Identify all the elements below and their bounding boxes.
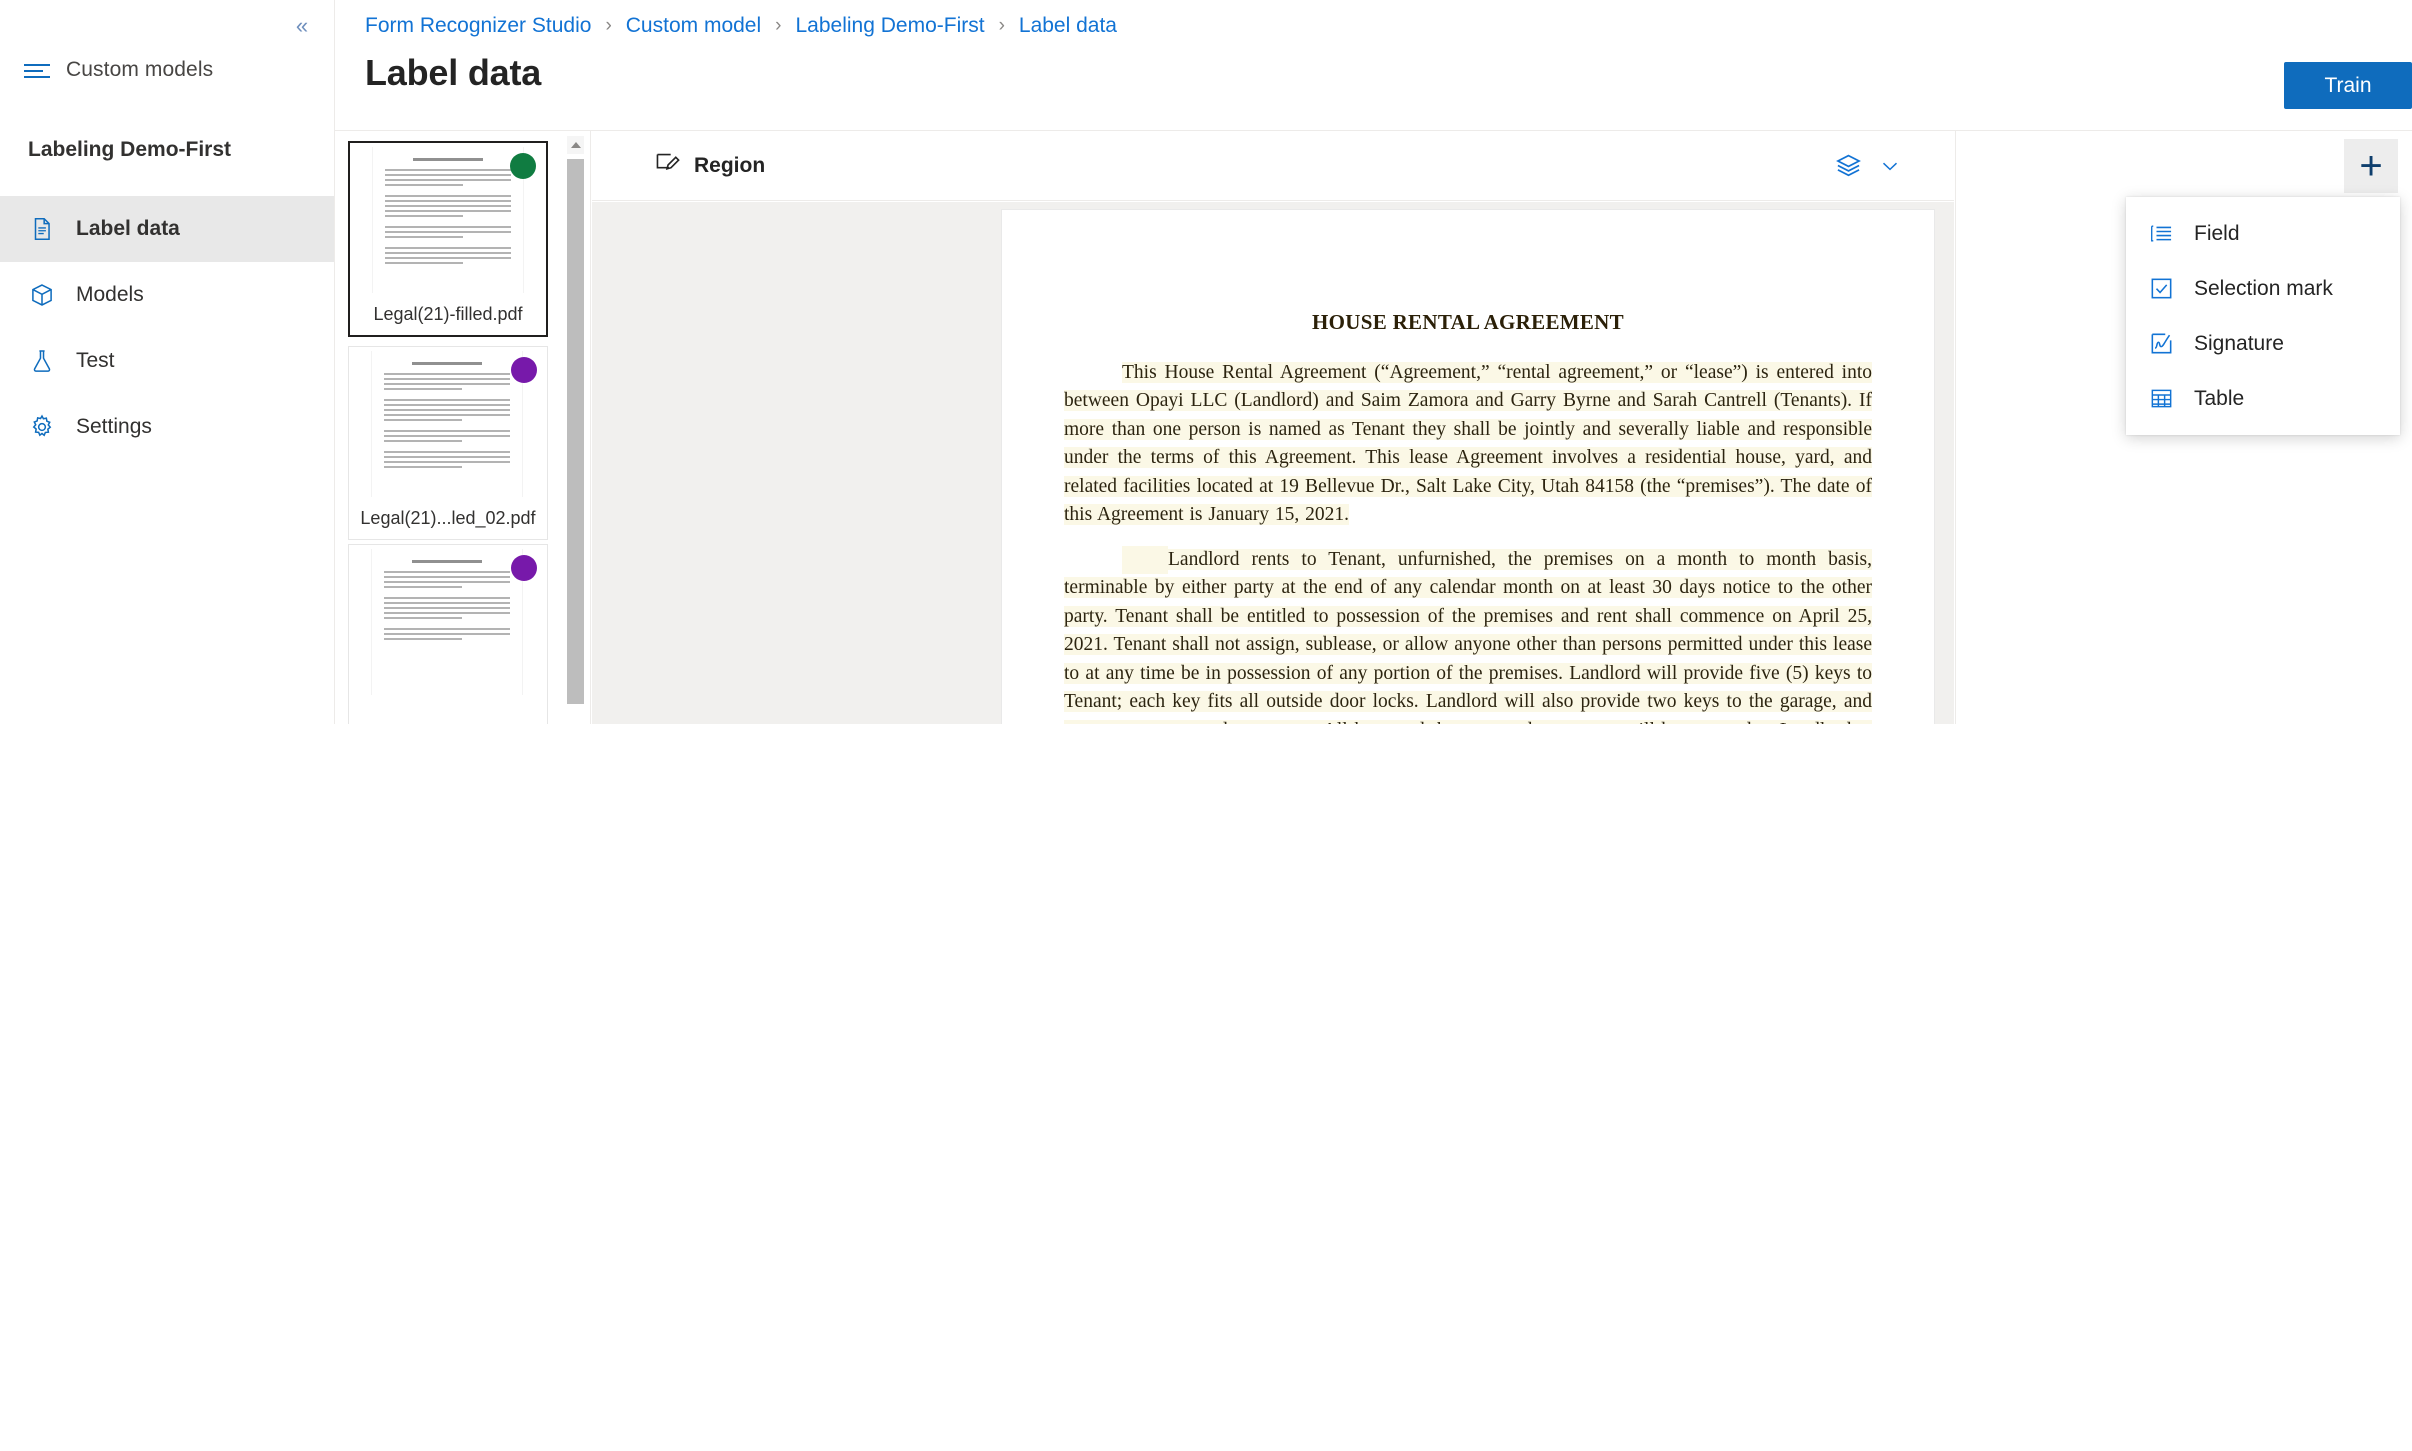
cube-icon: [28, 281, 56, 309]
menu-icon: [24, 62, 50, 78]
sidebar-item-label-data[interactable]: Label data: [0, 196, 334, 262]
document-paragraph-2: 1.Landlord rents to Tenant, unfurnished,…: [1064, 545, 1872, 724]
thumbnail-filename: Legal(21)...led_02.pdf: [349, 497, 547, 539]
app-root: « Custom models Labeling Demo-First Labe…: [0, 0, 2412, 1451]
menu-item-field[interactable]: Field: [2126, 206, 2400, 261]
chevron-down-icon[interactable]: [1878, 154, 1902, 178]
breadcrumb-separator-icon: ›: [775, 15, 782, 36]
sidebar-section-custom-models[interactable]: Custom models: [0, 48, 334, 92]
menu-item-table[interactable]: Table: [2126, 371, 2400, 426]
list-item[interactable]: [348, 544, 548, 724]
document-clause-number: 1.: [1122, 545, 1195, 575]
region-tool-label: Region: [694, 153, 766, 177]
viewer-toolbar: Region: [592, 131, 1954, 201]
document-viewer: Region HOUSE RENTAL AGREEMENT This House…: [592, 131, 1954, 724]
breadcrumb-item-label-data[interactable]: Label data: [1019, 14, 1117, 38]
list-item[interactable]: Legal(21)-filled.pdf: [348, 141, 548, 337]
menu-item-signature[interactable]: Signature: [2126, 316, 2400, 371]
sidebar: « Custom models Labeling Demo-First Labe…: [0, 0, 335, 724]
sidebar-project-name: Labeling Demo-First: [28, 138, 232, 161]
status-badge: [511, 357, 537, 383]
viewer-toolbar-right: [1835, 152, 1930, 179]
field-list-icon: [2148, 221, 2174, 247]
scrollbar-thumb[interactable]: [567, 159, 584, 704]
header: Form Recognizer Studio › Custom model › …: [335, 0, 2412, 131]
breadcrumb-separator-icon: ›: [605, 15, 612, 36]
list-item[interactable]: Legal(21)...led_02.pdf: [348, 346, 548, 540]
gear-icon: [28, 413, 56, 441]
add-label-menu: Field Selection mark Signature Table: [2126, 197, 2400, 435]
region-draw-icon: [654, 150, 680, 181]
breadcrumb-item-studio[interactable]: Form Recognizer Studio: [365, 14, 591, 38]
train-button[interactable]: Train: [2284, 62, 2412, 109]
status-badge: [510, 153, 536, 179]
breadcrumb-item-project[interactable]: Labeling Demo-First: [795, 14, 984, 38]
sidebar-item-settings[interactable]: Settings: [0, 394, 334, 460]
sidebar-item-label: Test: [76, 349, 115, 372]
document-thumbnail-list[interactable]: Legal(21)-filled.pdf Legal(21)...led_02.…: [336, 131, 591, 724]
menu-item-label: Selection mark: [2194, 276, 2333, 300]
thumbnail-preview: [349, 545, 547, 695]
thumbnail-paper: [372, 147, 524, 293]
sidebar-nav: Label data Models Test Settings: [0, 196, 334, 460]
menu-item-label: Field: [2194, 221, 2240, 245]
document-title: HOUSE RENTAL AGREEMENT: [1312, 310, 1624, 334]
region-tool-button[interactable]: Region: [654, 150, 765, 181]
labels-panel: + Field Selection mark Signature Table: [1955, 131, 2412, 724]
flask-icon: [28, 347, 56, 375]
status-badge: [511, 555, 537, 581]
thumbnail-paper: [371, 549, 523, 695]
document-page[interactable]: HOUSE RENTAL AGREEMENT This House Rental…: [1002, 210, 1934, 724]
page-content: « Custom models Labeling Demo-First Labe…: [0, 0, 2412, 724]
checkbox-icon: [2148, 276, 2174, 302]
collapse-sidebar-icon[interactable]: «: [282, 6, 322, 46]
viewer-canvas[interactable]: HOUSE RENTAL AGREEMENT This House Rental…: [592, 202, 1954, 724]
menu-item-label: Signature: [2194, 331, 2284, 355]
thumbnail-preview: [349, 347, 547, 497]
menu-item-selection-mark[interactable]: Selection mark: [2126, 261, 2400, 316]
sidebar-item-label: Models: [76, 283, 144, 306]
signature-icon: [2148, 331, 2174, 357]
scroll-up-arrow-icon[interactable]: [567, 136, 584, 154]
sidebar-item-test[interactable]: Test: [0, 328, 334, 394]
add-label-button[interactable]: +: [2344, 139, 2398, 193]
sidebar-section-label: Custom models: [66, 58, 214, 81]
layers-icon[interactable]: [1835, 152, 1862, 179]
breadcrumb-separator-icon: ›: [998, 15, 1005, 36]
thumbnail-filename: Legal(21)-filled.pdf: [350, 293, 546, 335]
table-icon: [2148, 386, 2174, 412]
breadcrumb: Form Recognizer Studio › Custom model › …: [365, 6, 1117, 46]
page-title: Label data: [365, 52, 542, 93]
breadcrumb-item-custom-model[interactable]: Custom model: [626, 14, 761, 38]
thumbnail-filename: [349, 695, 547, 724]
sidebar-item-label: Settings: [76, 415, 152, 438]
sidebar-item-models[interactable]: Models: [0, 262, 334, 328]
thumbnail-preview: [350, 143, 546, 293]
sidebar-item-label: Label data: [76, 217, 180, 240]
document-paragraph-1: This House Rental Agreement (“Agreement,…: [1064, 362, 1872, 526]
menu-item-label: Table: [2194, 386, 2245, 410]
thumbnail-paper: [371, 351, 523, 497]
thumbnail-scrollbar[interactable]: [567, 131, 584, 724]
document-icon: [28, 215, 56, 243]
